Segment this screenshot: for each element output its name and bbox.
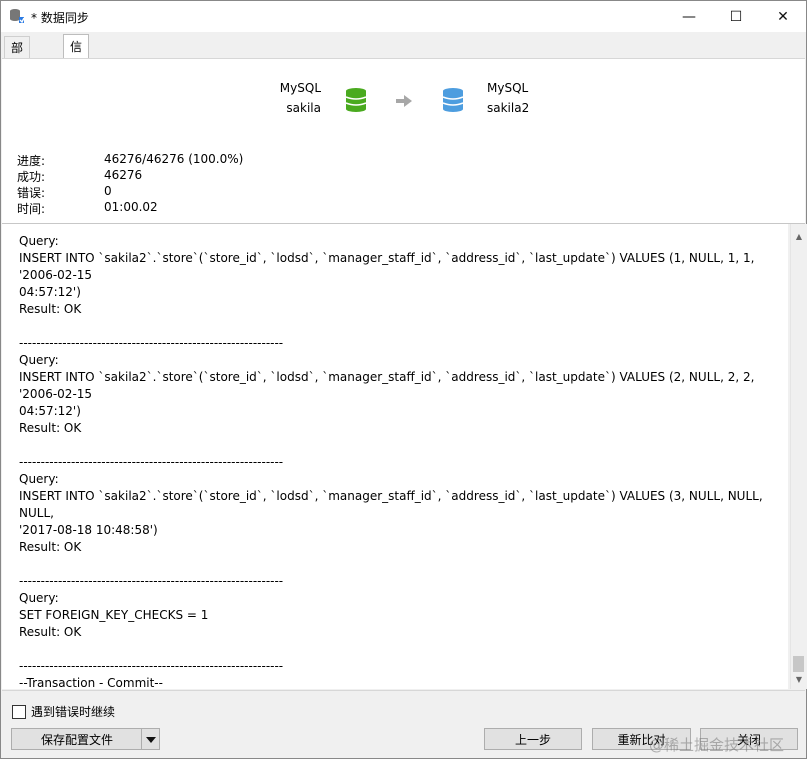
save-profile-label: 保存配置文件 [41, 733, 114, 747]
window-title: * 数据同步 [31, 11, 89, 25]
progress-value: 46276/46276 (100.0%) [104, 152, 244, 166]
maximize-button[interactable]: ☐ [713, 1, 759, 32]
title-bar: * 数据同步 — ☐ ✕ [1, 1, 806, 32]
minimize-icon: — [682, 8, 696, 25]
scroll-thumb[interactable] [793, 656, 804, 672]
source-db-type: MySQL [279, 81, 321, 95]
save-profile-dropdown-arrow-icon[interactable] [141, 729, 159, 749]
close-window-button[interactable]: ✕ [760, 1, 806, 32]
watermark-text: @稀土掘金技术社区 [649, 736, 785, 754]
scroll-down-icon[interactable]: ▼ [795, 676, 803, 684]
time-value: 01:00.02 [104, 200, 158, 214]
target-db-name: sakila2 [487, 101, 530, 115]
data-sync-window: * 数据同步 — ☐ ✕ 部署脚本 信息日志 MySQL sakila MySQ… [0, 0, 807, 759]
target-db-type: MySQL [487, 81, 529, 95]
back-button[interactable]: 上一步 [484, 728, 582, 750]
continue-on-error-option[interactable]: 遇到错误时继续 [12, 703, 115, 720]
sync-stats: 进度: 46276/46276 (100.0%) 成功: 46276 错误: 0… [2, 139, 805, 224]
minimize-button[interactable]: — [666, 1, 712, 32]
save-profile-button[interactable]: 保存配置文件 [11, 728, 160, 750]
sync-arrow-icon [396, 95, 412, 107]
info-log-panel[interactable]: Query: INSERT INTO `sakila2`.`store`(`st… [2, 224, 788, 689]
source-database-icon [345, 88, 367, 112]
success-label: 成功: [17, 170, 46, 184]
success-value: 46276 [104, 168, 143, 182]
tab-info-log[interactable]: 信息日志 [63, 34, 90, 129]
error-label: 错误: [17, 186, 46, 200]
log-scrollbar[interactable]: ▲ ▼ [790, 224, 807, 689]
scroll-up-icon[interactable]: ▲ [795, 233, 803, 241]
continue-on-error-checkbox[interactable] [12, 704, 26, 719]
source-db-name: sakila [286, 101, 321, 115]
tab-deploy-script[interactable]: 部署脚本 [4, 36, 31, 121]
maximize-icon: ☐ [729, 8, 743, 25]
close-icon: ✕ [777, 8, 789, 25]
time-label: 时间: [17, 202, 46, 216]
data-sync-app-icon [10, 9, 25, 24]
continue-on-error-label: 遇到错误时继续 [31, 705, 116, 719]
source-target-panel: MySQL sakila MySQL sakila2 [2, 58, 805, 140]
target-database-icon [442, 88, 464, 112]
log-text: Query: INSERT INTO `sakila2`.`store`(`st… [19, 234, 763, 689]
progress-label: 进度: [17, 154, 46, 168]
error-value: 0 [104, 184, 112, 198]
